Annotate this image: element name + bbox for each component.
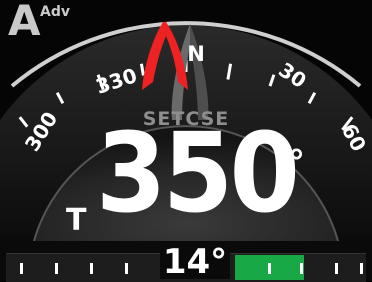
- north-label: N: [187, 42, 205, 66]
- cross-track-bar: 14°: [0, 241, 372, 282]
- heading-reference: T: [66, 203, 87, 238]
- autopilot-mode-letter: A: [8, 0, 41, 45]
- xte-tick: [268, 263, 271, 274]
- autopilot-display: N 330 30 300 60 A Adv SETCSE 350 ° T 14°: [0, 0, 372, 282]
- xte-tick: [90, 263, 93, 274]
- compass-tick: [139, 63, 145, 76]
- heading-unit: °: [288, 143, 305, 183]
- xte-tick: [300, 263, 303, 274]
- xte-tick: [125, 263, 128, 274]
- cross-track-value: 14°: [160, 245, 230, 279]
- xte-tick: [360, 263, 363, 274]
- autopilot-mode-sub: Adv: [40, 4, 70, 20]
- xte-tick: [20, 263, 23, 274]
- xte-tick: [335, 263, 338, 274]
- heading-value: 350: [96, 109, 300, 237]
- xte-tick: [55, 263, 58, 274]
